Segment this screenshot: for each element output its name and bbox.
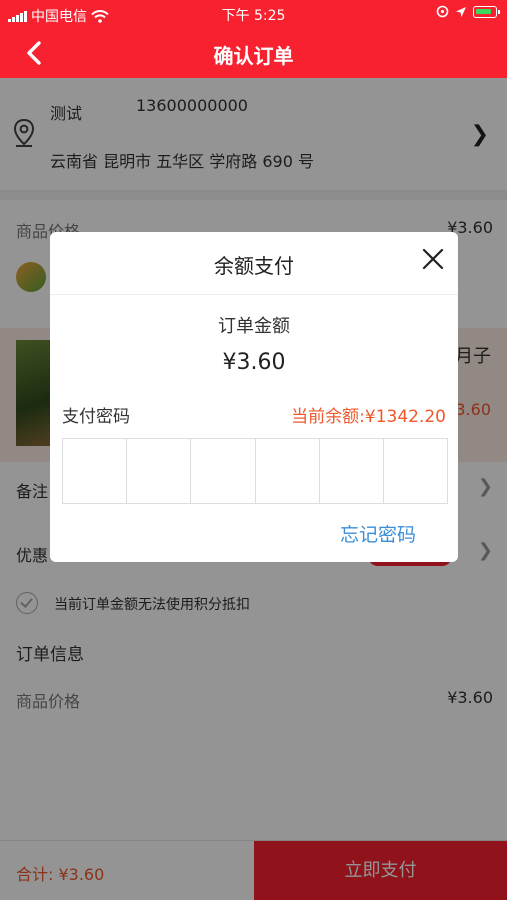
header: 确认订单	[0, 28, 507, 78]
dialog-title: 余额支付	[214, 254, 294, 278]
close-icon[interactable]	[420, 246, 446, 272]
status-right	[436, 5, 500, 18]
password-digit-box[interactable]	[63, 439, 128, 503]
password-digit-box[interactable]	[127, 439, 192, 503]
location-icon	[456, 6, 466, 17]
battery-icon	[473, 5, 500, 18]
password-digit-box[interactable]	[320, 439, 384, 503]
password-label: 支付密码	[62, 407, 130, 427]
forgot-password-link[interactable]: 忘记密码	[340, 520, 416, 547]
status-time: 下午 5:25	[221, 8, 286, 24]
password-input[interactable]	[62, 438, 448, 504]
password-digit-box[interactable]	[256, 439, 320, 503]
status-bar: 中国电信 下午 5:25	[0, 0, 507, 28]
orientation-lock-icon	[436, 5, 449, 18]
password-digit-box[interactable]	[191, 439, 256, 503]
password-digit-box[interactable]	[384, 439, 447, 503]
dialog-divider	[50, 294, 458, 295]
order-amount-label: 订单金额	[218, 316, 290, 337]
page-title: 确认订单	[213, 44, 294, 68]
order-amount-value: ¥3.60	[222, 350, 286, 375]
balance-payment-dialog: 余额支付 订单金额 ¥3.60 支付密码 当前余额:¥1342.20 忘记密码	[50, 232, 458, 562]
current-balance: 当前余额:¥1342.20	[291, 407, 446, 427]
